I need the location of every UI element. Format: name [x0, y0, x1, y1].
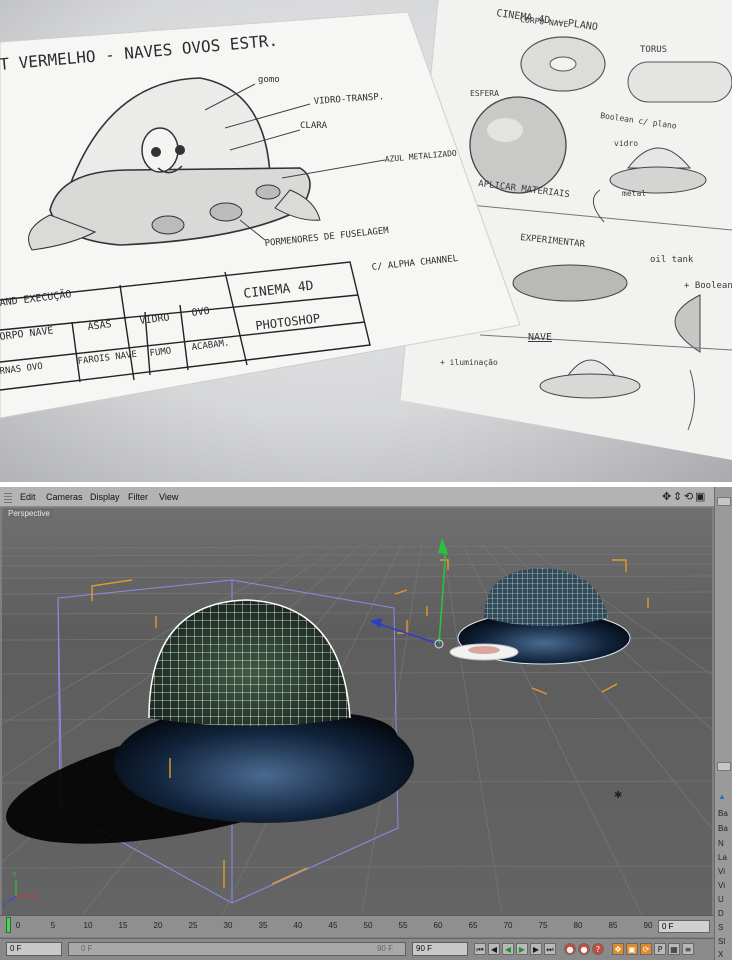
zoom-view-icon[interactable]: ⇕ [673, 490, 684, 503]
goto-start-icon[interactable]: ⏮ [474, 943, 486, 955]
tick-label: 70 [503, 921, 513, 930]
panel-item-u[interactable]: U [718, 895, 724, 904]
panel-item-sl[interactable]: Sl [718, 937, 725, 946]
playback-controls: 0 F 0 F 90 F 90 F ⏮ ◀ ◀ ▶ ▶ ⏭ ● ● ? ✥ ▣ … [0, 938, 714, 960]
goto-end-icon[interactable]: ⏭ [544, 943, 556, 955]
menu-filter[interactable]: Filter [128, 492, 148, 502]
tick-label: 85 [608, 921, 618, 930]
tick-label: 50 [363, 921, 373, 930]
timeline-menu-icon[interactable]: ≡ [682, 943, 694, 955]
rotate-view-icon[interactable]: ⟲ [684, 490, 695, 503]
range-end-label: 90 F [376, 944, 393, 953]
right-label-torus: TORUS [640, 45, 667, 55]
move-view-icon[interactable]: ✥ [662, 490, 673, 503]
left-label-clara: CLARA [300, 121, 328, 131]
tick-label: 20 [153, 921, 163, 930]
menu-grip-icon[interactable] [4, 491, 12, 503]
tick-label: 0 [15, 921, 21, 930]
tick-label: 90 [643, 921, 653, 930]
light-object-icon[interactable]: ✱ [614, 790, 622, 801]
panel-item-vi2[interactable]: Vi [718, 881, 725, 890]
panel-item-la[interactable]: La [718, 853, 727, 862]
current-frame-field[interactable]: 0 F [658, 920, 710, 933]
panel-scroll-top[interactable] [717, 497, 731, 506]
menu-display[interactable]: Display [90, 492, 120, 502]
record-pla-icon[interactable]: ▦ [668, 943, 680, 955]
right-label-vidro: vidro [614, 139, 638, 148]
tick-label: 60 [433, 921, 443, 930]
keyframe-selection-icon[interactable]: ? [592, 943, 604, 955]
panel-icon[interactable]: ▲ [718, 792, 726, 801]
right-label-iluminacao: + iluminação [440, 358, 498, 367]
maximize-view-icon[interactable]: ▣ [695, 490, 706, 503]
timeline: 0 5 10 15 20 25 30 35 40 45 50 55 60 65 … [0, 915, 714, 937]
viewport-label: Perspective [5, 509, 53, 518]
tick-label: 55 [398, 921, 408, 930]
record-param-icon[interactable]: P [654, 943, 666, 955]
next-key-icon[interactable]: ▶ [530, 943, 542, 955]
tick-label: 10 [83, 921, 93, 930]
tick-label: 35 [258, 921, 268, 930]
right-label-nave: NAVE [528, 332, 552, 343]
left-label-gomo: gomo [258, 75, 280, 85]
attributes-panel-edge: ▲ Ba Ba N La Vi Vi U D S Sl X [714, 487, 732, 960]
sketch-photo: CINEMA 4D — PLANO CORPO NAVE TORUS ESFER… [0, 0, 732, 482]
range-start-label: 0 F [81, 944, 93, 953]
prev-key-icon[interactable]: ◀ [488, 943, 500, 955]
record-position-icon[interactable]: ✥ [612, 943, 624, 955]
menu-view[interactable]: View [159, 492, 178, 502]
panel-box[interactable] [717, 762, 731, 771]
range-slider[interactable]: 0 F 90 F [68, 942, 406, 956]
record-rotation-icon[interactable]: ⟳ [640, 943, 652, 955]
svg-text:X: X [32, 894, 37, 901]
timeline-playhead[interactable] [6, 917, 11, 933]
menu-cameras[interactable]: Cameras [46, 492, 83, 502]
timeline-ruler[interactable]: 0 5 10 15 20 25 30 35 40 45 50 55 60 65 … [8, 921, 656, 933]
menu-edit[interactable]: Edit [20, 492, 36, 502]
tick-label: 15 [118, 921, 128, 930]
viewport-nav-icons: ✥⇕⟲▣ [662, 490, 706, 503]
panel-item-x[interactable]: X [718, 950, 723, 959]
panel-item-ba2[interactable]: Ba [718, 824, 728, 833]
autokey-icon[interactable]: ● [578, 943, 590, 955]
tick-label: 40 [293, 921, 303, 930]
record-icon[interactable]: ● [564, 943, 576, 955]
viewport-menubar: Edit Cameras Display Filter View ✥⇕⟲▣ [0, 487, 732, 507]
right-label-esfera: ESFERA [470, 89, 499, 98]
play-backward-icon[interactable]: ◀ [502, 943, 514, 955]
end-frame-field[interactable]: 90 F [412, 942, 468, 956]
svg-text:Y: Y [12, 872, 17, 879]
tick-label: 30 [223, 921, 233, 930]
tick-label: 75 [538, 921, 548, 930]
panel-item-n[interactable]: N [718, 839, 724, 848]
panel-item-s[interactable]: S [718, 923, 723, 932]
tick-label: 65 [468, 921, 478, 930]
right-label-boolean2: + Boolean [684, 281, 732, 291]
right-label-oiltank: oil tank [650, 255, 694, 265]
record-scale-icon[interactable]: ▣ [626, 943, 638, 955]
panel-item-ba1[interactable]: Ba [718, 809, 728, 818]
play-forward-icon[interactable]: ▶ [516, 943, 528, 955]
tick-label: 45 [328, 921, 338, 930]
right-label-metal: metal [622, 189, 646, 198]
table-cell-6: OVO [191, 306, 210, 319]
tick-label: 80 [573, 921, 583, 930]
perspective-viewport[interactable]: Y X Z ✱ Perspective [2, 508, 712, 915]
start-frame-field[interactable]: 0 F [6, 942, 62, 956]
c4d-window: Edit Cameras Display Filter View ✥⇕⟲▣ ▲ … [0, 487, 732, 960]
panel-item-vi1[interactable]: Vi [718, 867, 725, 876]
tick-label: 25 [188, 921, 198, 930]
tick-label: 5 [50, 921, 56, 930]
svg-text:Z: Z [2, 903, 7, 910]
panel-item-d[interactable]: D [718, 909, 724, 918]
